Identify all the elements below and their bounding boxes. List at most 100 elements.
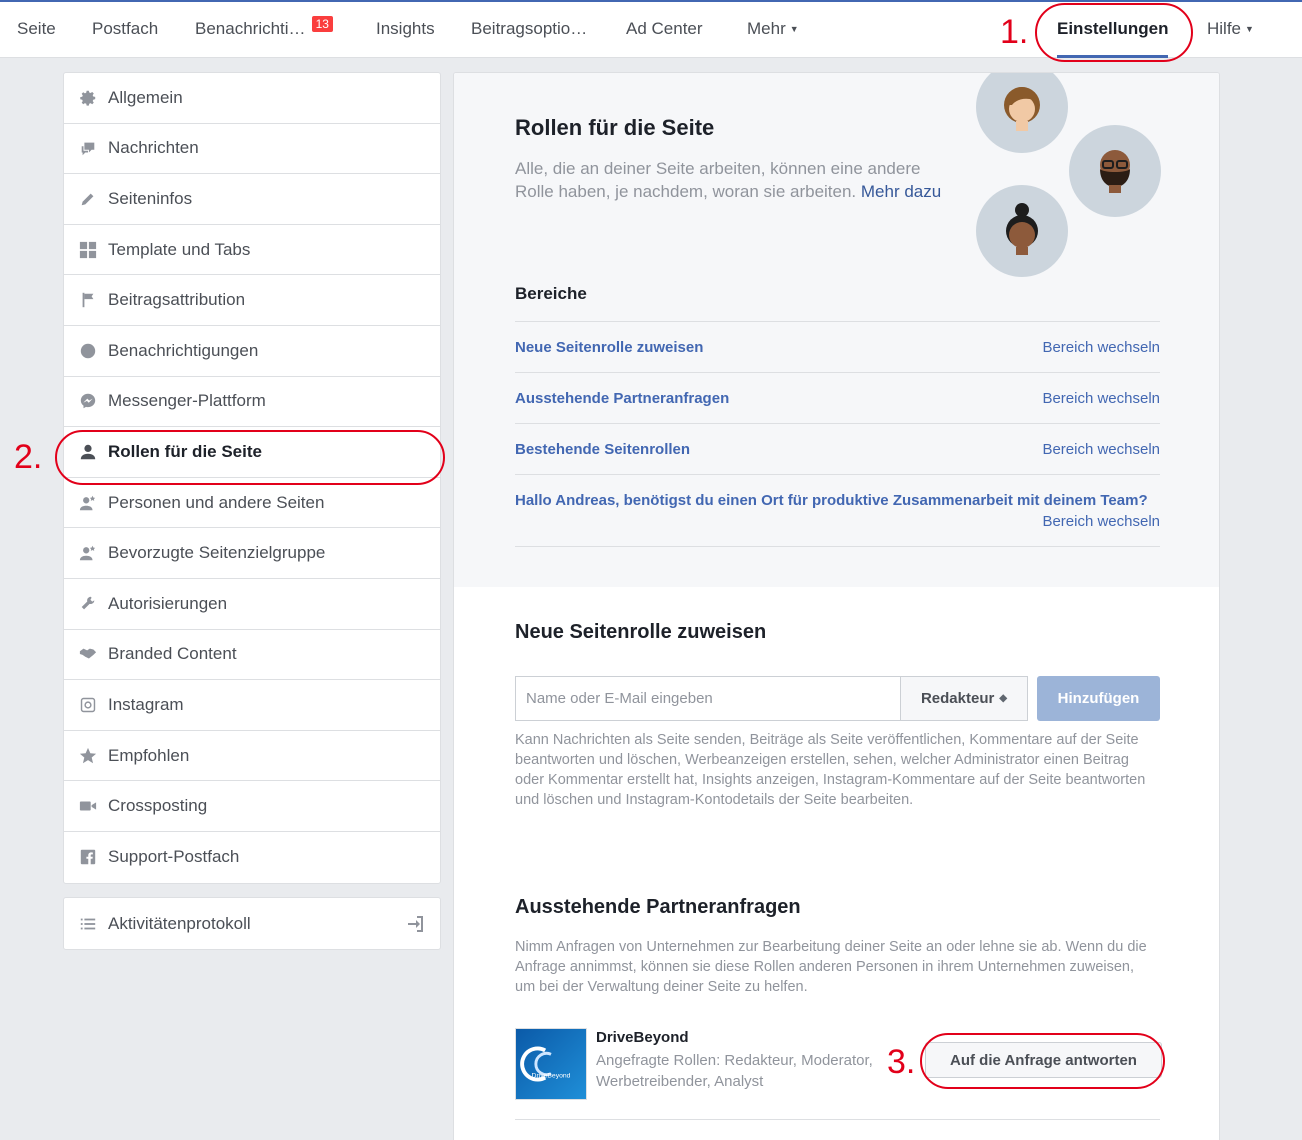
- role-description: Kann Nachrichten als Seite senden, Beitr…: [515, 732, 1146, 808]
- nav-einstellungen[interactable]: Einstellungen: [1057, 2, 1169, 58]
- sidebar-item-label: Template und Tabs: [108, 239, 251, 259]
- partner-logo: DriveBeyond: [515, 1028, 587, 1100]
- sidebar-item-personen-und-andere-seiten[interactable]: Personen und andere Seiten: [64, 478, 440, 529]
- person-star-icon: [78, 493, 98, 513]
- sidebar-item-label: Beitragsattribution: [108, 290, 246, 310]
- sort-arrows-icon: ◆: [999, 693, 1008, 704]
- name-email-input[interactable]: [515, 676, 901, 721]
- nav-beitragsoptionen[interactable]: Beitragsoptio…: [471, 2, 587, 58]
- switch-section-link[interactable]: Bereich wechseln: [1042, 513, 1160, 530]
- sidebar-item-label: Crossposting: [108, 796, 208, 816]
- page-title: Rollen für die Seite: [515, 115, 715, 140]
- wrench-icon: [78, 594, 98, 614]
- sidebar-item-label: Benachrichtigungen: [108, 340, 259, 360]
- nav-insights[interactable]: Insights: [376, 2, 435, 58]
- role-select-value: Redakteur: [920, 690, 995, 707]
- nav-hilfe[interactable]: Hilfe ▼: [1207, 2, 1254, 58]
- sidebar-item-label: Nachrichten: [108, 138, 199, 158]
- sidebar-item-support-postfach[interactable]: Support-Postfach: [64, 832, 440, 883]
- woman-brown-hair-icon: [1004, 87, 1040, 131]
- sidebar-item-empfohlen[interactable]: Empfohlen: [64, 731, 440, 782]
- nav-label: Seite: [17, 19, 56, 38]
- sidebar-item-label: Bevorzugte Seitenzielgruppe: [108, 543, 326, 563]
- flag-icon: [78, 290, 98, 310]
- activity-log-link[interactable]: Aktivitätenprotokoll: [63, 897, 441, 950]
- sidebar-item-benachrichtigungen[interactable]: Benachrichtigungen: [64, 326, 440, 377]
- annotation-number-2: 2.: [14, 438, 43, 476]
- grid-icon: [78, 240, 98, 260]
- more-link[interactable]: Mehr dazu: [861, 182, 941, 201]
- partner-requests-title: Ausstehende Partneranfragen: [515, 896, 801, 918]
- annotation-number-3: 3.: [887, 1043, 916, 1081]
- avatar-illustration: [1069, 125, 1161, 217]
- gear-icon: [78, 88, 98, 108]
- sidebar-item-branded-content[interactable]: Branded Content: [64, 630, 440, 681]
- sidebar-item-label: Personen und andere Seiten: [108, 492, 325, 512]
- star-icon: [78, 746, 98, 766]
- role-select[interactable]: Redakteur ◆: [900, 676, 1028, 721]
- caret-down-icon: ▼: [1245, 24, 1254, 34]
- nav-label: Benachrichti…: [195, 19, 306, 38]
- sidebar-item-instagram[interactable]: Instagram: [64, 680, 440, 731]
- sidebar-item-label: Messenger-Plattform: [108, 391, 266, 411]
- drivebeyond-logo-icon: DriveBeyond: [520, 1046, 571, 1082]
- annotation-number-1: 1.: [1000, 13, 1029, 51]
- sidebar-item-label: Empfohlen: [108, 745, 190, 765]
- assign-role-title: Neue Seitenrolle zuweisen: [515, 621, 767, 643]
- roles-hero: Rollen für die Seite Alle, die an deiner…: [454, 73, 1219, 587]
- section-link-assign-role[interactable]: Neue Seitenrolle zuweisen: [515, 339, 703, 356]
- sidebar-item-label: Rollen für die Seite: [108, 441, 262, 461]
- sidebar-item-label: Allgemein: [108, 87, 183, 107]
- sidebar-item-autorisierungen[interactable]: Autorisierungen: [64, 579, 440, 630]
- section-row: Bestehende Seitenrollen Bereich wechseln: [515, 423, 1160, 474]
- nav-benachrichtigungen[interactable]: Benachrichti… 13: [195, 2, 333, 58]
- nav-label: Insights: [376, 19, 435, 38]
- sidebar-item-label: Seiteninfos: [108, 188, 193, 208]
- switch-section-link[interactable]: Bereich wechseln: [1042, 441, 1160, 458]
- section-link-existing-roles[interactable]: Bestehende Seitenrollen: [515, 441, 690, 458]
- sidebar-item-beitragsattribution[interactable]: Beitragsattribution: [64, 275, 440, 326]
- main-panel: Rollen für die Seite Alle, die an deiner…: [453, 72, 1220, 1140]
- nav-label: Einstellungen: [1057, 19, 1169, 38]
- partner-requested-roles: Angefragte Rollen: Redakteur, Moderator,…: [596, 1052, 873, 1090]
- section-row: Neue Seitenrolle zuweisen Bereich wechse…: [515, 321, 1160, 372]
- person-star-icon: [78, 543, 98, 563]
- sidebar-item-template-und-tabs[interactable]: Template und Tabs: [64, 225, 440, 276]
- sidebar-item-label: Autorisierungen: [108, 593, 228, 613]
- sidebar-item-allgemein[interactable]: Allgemein: [64, 73, 440, 124]
- nav-postfach[interactable]: Postfach: [92, 2, 158, 58]
- avatar-illustration: [976, 185, 1068, 277]
- list-icon: [78, 914, 98, 934]
- sidebar-item-bevorzugte-seitenzielgruppe[interactable]: Bevorzugte Seitenzielgruppe: [64, 528, 440, 579]
- man-beard-glasses-icon: [1100, 150, 1130, 193]
- chat-bubbles-icon: [78, 138, 98, 158]
- sidebar-item-label: Instagram: [108, 694, 184, 714]
- sidebar-item-rollen-fuer-die-seite[interactable]: Rollen für die Seite: [64, 427, 440, 478]
- sidebar-item-label: Branded Content: [108, 644, 237, 664]
- sidebar-item-crossposting[interactable]: Crossposting: [64, 781, 440, 832]
- switch-section-link[interactable]: Bereich wechseln: [1042, 390, 1160, 407]
- pencil-icon: [78, 189, 98, 209]
- person-icon: [78, 442, 98, 462]
- partner-name: DriveBeyond: [596, 1029, 689, 1046]
- nav-label: Beitragsoptio…: [471, 19, 588, 38]
- nav-seite[interactable]: Seite: [17, 2, 56, 58]
- settings-sidebar: Allgemein Nachrichten Seiteninfos Templa…: [63, 72, 441, 884]
- sections-title: Bereiche: [515, 284, 587, 303]
- facebook-icon: [78, 847, 98, 867]
- activity-log-label: Aktivitätenprotokoll: [108, 913, 251, 933]
- svg-text:DriveBeyond: DriveBeyond: [532, 1073, 571, 1080]
- handshake-icon: [78, 644, 98, 664]
- messenger-icon: [78, 391, 98, 411]
- add-button[interactable]: Hinzufügen: [1037, 676, 1160, 721]
- nav-ad-center[interactable]: Ad Center: [626, 2, 703, 58]
- avatar-illustration: [976, 73, 1068, 153]
- respond-to-request-button[interactable]: Auf die Anfrage antworten: [925, 1042, 1162, 1078]
- sidebar-item-seiteninfos[interactable]: Seiteninfos: [64, 174, 440, 225]
- nav-mehr[interactable]: Mehr ▼: [747, 2, 799, 58]
- section-link-partner-requests[interactable]: Ausstehende Partneranfragen: [515, 390, 729, 407]
- switch-section-link[interactable]: Bereich wechseln: [1042, 339, 1160, 356]
- section-link-workplace[interactable]: Hallo Andreas, benötigst du einen Ort fü…: [515, 492, 1148, 509]
- sidebar-item-nachrichten[interactable]: Nachrichten: [64, 124, 440, 175]
- sidebar-item-messenger-plattform[interactable]: Messenger-Plattform: [64, 377, 440, 428]
